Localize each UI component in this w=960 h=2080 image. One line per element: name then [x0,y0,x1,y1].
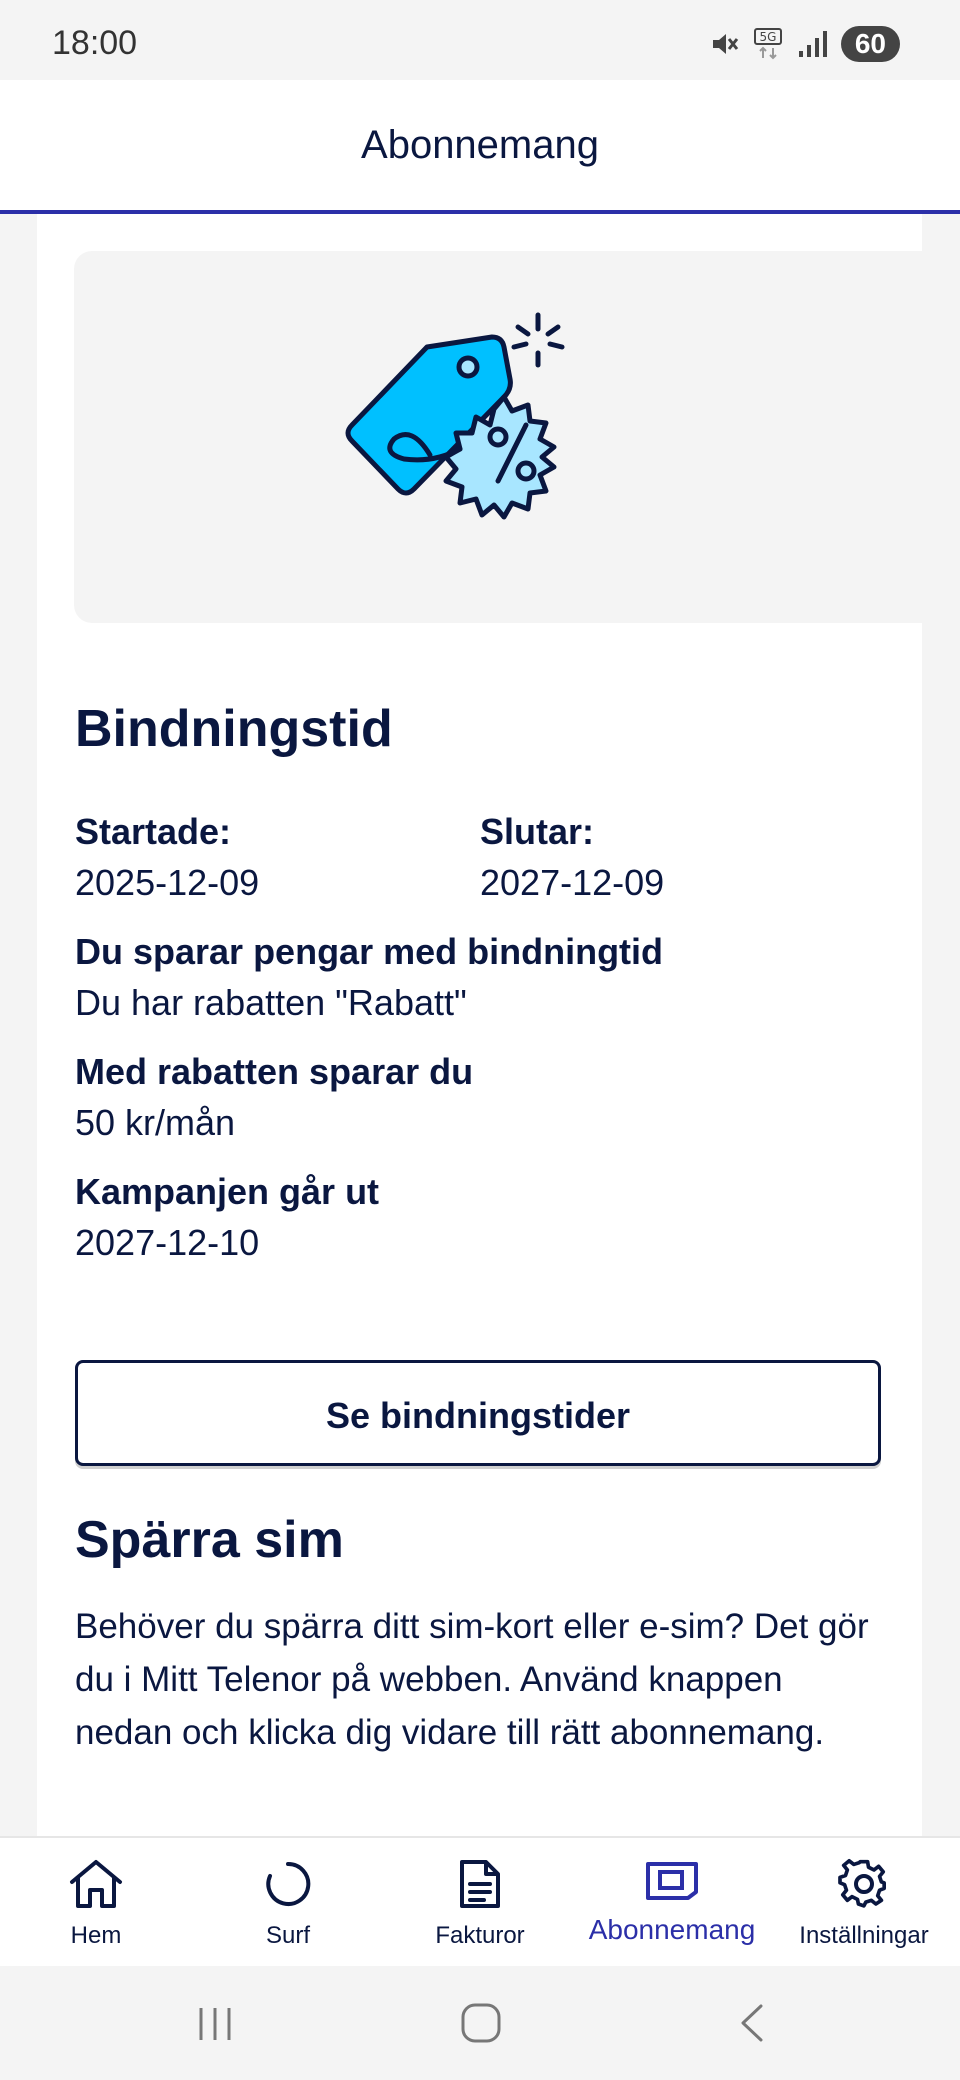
settings-icon [838,1858,887,1908]
5g-icon: 5G [753,28,782,60]
start-value: 2025-12-09 [75,862,260,903]
bottom-nav: Hem Surf Fakturor Abonnemang Inställning… [0,1836,960,1968]
nav-item-surf[interactable]: Surf [192,1838,384,1968]
status-icons: 5G 60 [709,26,900,62]
nav-label-abonnemang: Abonnemang [588,1914,756,1945]
block-sim-title: Spärra sim [75,1511,344,1569]
start-label: Startade: [75,811,232,852]
app-header: Abonnemang [0,80,960,214]
end-value: 2027-12-09 [480,862,665,903]
recent-apps-icon[interactable] [195,2004,235,2044]
discount-label: Med rabatten sparar du [75,1051,474,1092]
end-label: Slutar: [480,811,595,852]
hero-illustration [74,251,922,623]
status-bar: 18:00 5G 60 [0,0,960,80]
savings-value: Du har rabatten "Rabatt" [75,982,467,1023]
nav-label-fakturor: Fakturor [435,1922,525,1949]
system-nav-bar [0,1966,960,2080]
nav-item-abonnemang[interactable]: Abonnemang [576,1838,768,1968]
block-sim-text: Behöver du spärra ditt sim-kort eller e-… [75,1607,869,1752]
see-binding-times-button[interactable]: Se bindningstider [75,1360,881,1466]
campaign-label: Kampanjen går ut [75,1171,380,1212]
savings-label: Du sparar pengar med bindningtid [75,931,664,972]
home-button-icon[interactable] [460,2002,502,2044]
battery-indicator: 60 [840,26,900,62]
mute-icon [712,34,739,54]
back-icon[interactable] [735,2002,771,2044]
nav-label-hem: Hem [70,1922,122,1949]
nav-item-fakturor[interactable]: Fakturor [384,1838,576,1968]
signal-icon [798,31,827,57]
content-card: Bindningstid Startade: 2025-12-09 Slutar… [37,214,922,1836]
invoice-icon [460,1860,500,1908]
nav-item-hem[interactable]: Hem [0,1838,192,1968]
home-icon [70,1860,122,1908]
discount-tag-icon [345,312,565,520]
nav-label-installningar: Inställningar [799,1922,929,1949]
binding-title: Bindningstid [75,700,393,758]
nav-label-surf: Surf [265,1922,310,1949]
campaign-value: 2027-12-10 [75,1222,260,1263]
page-title: Abonnemang [361,123,599,167]
discount-value: 50 kr/mån [75,1102,236,1143]
nav-item-installningar[interactable]: Inställningar [768,1838,960,1968]
svg-text:5G: 5G [759,30,776,44]
status-time: 18:00 [52,24,138,62]
subscription-icon [646,1862,698,1900]
surf-icon [266,1861,311,1906]
